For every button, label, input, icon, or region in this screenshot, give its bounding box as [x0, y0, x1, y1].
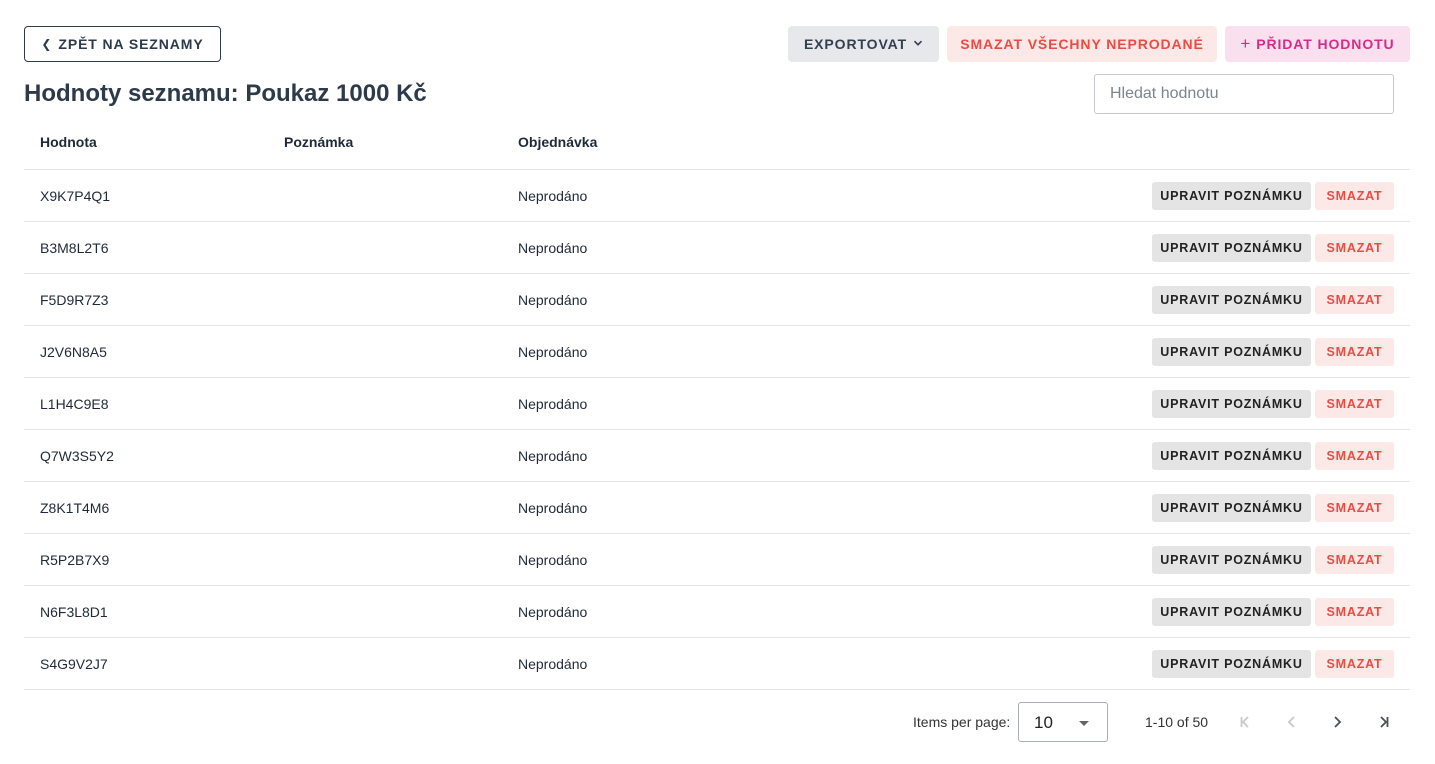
- cell-value: J2V6N8A5: [40, 344, 107, 360]
- column-header-order: Objednávka: [518, 134, 598, 150]
- cell-order: Neprodáno: [518, 292, 588, 308]
- delete-row-button[interactable]: SMAZAT: [1315, 286, 1394, 314]
- table-row: F5D9R7Z3 Neprodáno UPRAVIT POZNÁMKU SMAZAT: [24, 274, 1410, 326]
- delete-row-button[interactable]: SMAZAT: [1315, 650, 1394, 678]
- dropdown-arrow-icon: [1079, 721, 1089, 726]
- column-header-note: Poznámka: [284, 134, 354, 150]
- cell-order: Neprodáno: [518, 604, 588, 620]
- cell-order: Neprodáno: [518, 656, 588, 672]
- delete-row-button[interactable]: SMAZAT: [1315, 390, 1394, 418]
- next-page-button[interactable]: [1323, 708, 1351, 736]
- search-input[interactable]: [1094, 74, 1394, 114]
- edit-note-button[interactable]: UPRAVIT POZNÁMKU: [1152, 650, 1311, 678]
- row-actions: UPRAVIT POZNÁMKU SMAZAT: [1152, 182, 1394, 210]
- table-row: L1H4C9E8 Neprodáno UPRAVIT POZNÁMKU SMAZAT: [24, 378, 1410, 430]
- cell-value: X9K7P4Q1: [40, 188, 111, 204]
- edit-note-button[interactable]: UPRAVIT POZNÁMKU: [1152, 338, 1311, 366]
- plus-icon: +: [1240, 34, 1252, 53]
- last-page-icon: [1380, 716, 1389, 728]
- delete-row-button[interactable]: SMAZAT: [1315, 338, 1394, 366]
- chevron-right-icon: [1334, 716, 1342, 728]
- cell-value: L1H4C9E8: [40, 396, 109, 412]
- export-button-label: EXPORTOVAT: [803, 36, 908, 52]
- back-to-lists-button[interactable]: ❮ ZPĚT NA SEZNAMY: [24, 26, 221, 62]
- chevron-left-icon: ❮: [41, 37, 53, 51]
- row-actions: UPRAVIT POZNÁMKU SMAZAT: [1152, 442, 1394, 470]
- page-range-label: 1-10 of 50: [1145, 714, 1209, 730]
- cell-value: B3M8L2T6: [40, 240, 109, 256]
- table-row: X9K7P4Q1 Neprodáno UPRAVIT POZNÁMKU SMAZAT: [24, 170, 1410, 222]
- edit-note-button[interactable]: UPRAVIT POZNÁMKU: [1152, 182, 1311, 210]
- edit-note-button[interactable]: UPRAVIT POZNÁMKU: [1152, 494, 1311, 522]
- paginator: Items per page: 10 1-10 of 50: [0, 702, 1435, 742]
- items-per-page-select[interactable]: 10: [1018, 702, 1108, 742]
- row-actions: UPRAVIT POZNÁMKU SMAZAT: [1152, 234, 1394, 262]
- table-row: S4G9V2J7 Neprodáno UPRAVIT POZNÁMKU SMAZAT: [24, 638, 1410, 690]
- row-actions: UPRAVIT POZNÁMKU SMAZAT: [1152, 650, 1394, 678]
- row-actions: UPRAVIT POZNÁMKU SMAZAT: [1152, 286, 1394, 314]
- back-button-label: ZPĚT NA SEZNAMY: [58, 36, 204, 52]
- delete-row-button[interactable]: SMAZAT: [1315, 494, 1394, 522]
- table-row: Q7W3S5Y2 Neprodáno UPRAVIT POZNÁMKU SMAZAT: [24, 430, 1410, 482]
- items-per-page-label: Items per page:: [913, 714, 1011, 730]
- delete-all-unsold-button[interactable]: SMAZAT VŠECHNY NEPRODANÉ: [947, 26, 1217, 62]
- edit-note-button[interactable]: UPRAVIT POZNÁMKU: [1152, 442, 1311, 470]
- row-actions: UPRAVIT POZNÁMKU SMAZAT: [1152, 546, 1394, 574]
- edit-note-button[interactable]: UPRAVIT POZNÁMKU: [1152, 234, 1311, 262]
- cell-value: R5P2B7X9: [40, 552, 110, 568]
- previous-page-button[interactable]: [1278, 708, 1306, 736]
- cell-order: Neprodáno: [518, 240, 588, 256]
- first-page-button[interactable]: [1232, 708, 1260, 736]
- delete-row-button[interactable]: SMAZAT: [1315, 234, 1394, 262]
- delete-row-button[interactable]: SMAZAT: [1315, 546, 1394, 574]
- add-value-button[interactable]: + PŘIDAT HODNOTU: [1225, 26, 1410, 62]
- cell-order: Neprodáno: [518, 552, 588, 568]
- row-actions: UPRAVIT POZNÁMKU SMAZAT: [1152, 338, 1394, 366]
- delete-row-button[interactable]: SMAZAT: [1315, 442, 1394, 470]
- cell-order: Neprodáno: [518, 448, 588, 464]
- add-value-label: PŘIDAT HODNOTU: [1256, 36, 1395, 52]
- table-body: X9K7P4Q1 Neprodáno UPRAVIT POZNÁMKU SMAZAT B…: [24, 170, 1410, 690]
- table-row: J2V6N8A5 Neprodáno UPRAVIT POZNÁMKU SMAZAT: [24, 326, 1410, 378]
- cell-value: Z8K1T4M6: [40, 500, 110, 516]
- delete-row-button[interactable]: SMAZAT: [1315, 182, 1394, 210]
- cell-order: Neprodáno: [518, 500, 588, 516]
- cell-order: Neprodáno: [518, 396, 588, 412]
- last-page-button[interactable]: [1369, 708, 1397, 736]
- table-row: R5P2B7X9 Neprodáno UPRAVIT POZNÁMKU SMAZAT: [24, 534, 1410, 586]
- page: ❮ ZPĚT NA SEZNAMY EXPORTOVAT SMAZAT VŠEC…: [0, 0, 1435, 764]
- edit-note-button[interactable]: UPRAVIT POZNÁMKU: [1152, 598, 1311, 626]
- table-header: Hodnota Poznámka Objednávka: [24, 118, 1410, 170]
- export-button[interactable]: EXPORTOVAT: [788, 26, 939, 62]
- row-actions: UPRAVIT POZNÁMKU SMAZAT: [1152, 390, 1394, 418]
- cell-value: F5D9R7Z3: [40, 292, 109, 308]
- cell-order: Neprodáno: [518, 344, 588, 360]
- edit-note-button[interactable]: UPRAVIT POZNÁMKU: [1152, 286, 1311, 314]
- items-per-page-value: 10: [1034, 713, 1053, 732]
- cell-order: Neprodáno: [518, 188, 588, 204]
- chevron-down-icon: [913, 38, 923, 51]
- chevron-left-icon: [1287, 716, 1295, 728]
- column-header-value: Hodnota: [40, 134, 97, 150]
- edit-note-button[interactable]: UPRAVIT POZNÁMKU: [1152, 390, 1311, 418]
- cell-value: Q7W3S5Y2: [40, 448, 114, 464]
- cell-value: N6F3L8D1: [40, 604, 108, 620]
- top-toolbar: ❮ ZPĚT NA SEZNAMY EXPORTOVAT SMAZAT VŠEC…: [24, 26, 1410, 62]
- page-title: Hodnoty seznamu: Poukaz 1000 Kč: [24, 80, 427, 107]
- cell-value: S4G9V2J7: [40, 656, 108, 672]
- values-table: Hodnota Poznámka Objednávka X9K7P4Q1 Nepr…: [24, 118, 1410, 690]
- row-actions: UPRAVIT POZNÁMKU SMAZAT: [1152, 598, 1394, 626]
- table-row: N6F3L8D1 Neprodáno UPRAVIT POZNÁMKU SMAZAT: [24, 586, 1410, 638]
- table-row: Z8K1T4M6 Neprodáno UPRAVIT POZNÁMKU SMAZAT: [24, 482, 1410, 534]
- table-row: B3M8L2T6 Neprodáno UPRAVIT POZNÁMKU SMAZAT: [24, 222, 1410, 274]
- edit-note-button[interactable]: UPRAVIT POZNÁMKU: [1152, 546, 1311, 574]
- first-page-icon: [1240, 716, 1249, 728]
- row-actions: UPRAVIT POZNÁMKU SMAZAT: [1152, 494, 1394, 522]
- delete-row-button[interactable]: SMAZAT: [1315, 598, 1394, 626]
- delete-all-label: SMAZAT VŠECHNY NEPRODANÉ: [960, 36, 1204, 52]
